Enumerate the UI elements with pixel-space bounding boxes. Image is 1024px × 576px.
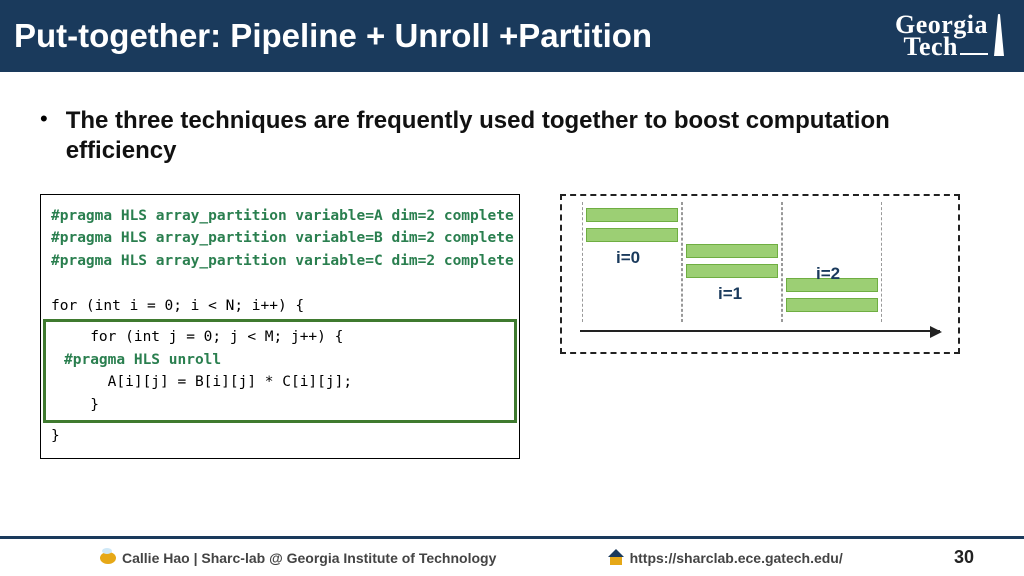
code-line: for (int j = 0; j < M; j++) { [64, 329, 343, 345]
content-row: #pragma HLS array_partition variable=A d… [40, 194, 984, 459]
slide-title: Put-together: Pipeline + Unroll +Partiti… [14, 17, 652, 55]
logo-underline [960, 53, 988, 55]
footer-author: Callie Hao | Sharc-lab @ Georgia Institu… [122, 550, 496, 566]
header-bar: Put-together: Pipeline + Unroll +Partiti… [0, 0, 1024, 72]
pragma-unroll: #pragma HLS unroll [64, 352, 221, 368]
footer-bar: Callie Hao | Sharc-lab @ Georgia Institu… [0, 536, 1024, 576]
code-line: A[i][j] = B[i][j] * C[i][j]; [64, 374, 352, 390]
iter-label-0: i=0 [616, 248, 640, 268]
footer-mid: https://sharclab.ece.gatech.edu/ [608, 550, 843, 566]
time-arrow-icon [580, 330, 940, 332]
iter-label-2: i=2 [816, 264, 840, 284]
footer-url: https://sharclab.ece.gatech.edu/ [630, 550, 843, 566]
bee-icon [100, 552, 116, 564]
slide: Put-together: Pipeline + Unroll +Partiti… [0, 0, 1024, 576]
pragma-line: #pragma HLS array_partition variable=A d… [51, 208, 514, 224]
page-number: 30 [954, 547, 984, 568]
pipeline-bar [686, 244, 778, 258]
code-line: } [51, 428, 60, 444]
pipeline-bar [586, 208, 678, 222]
unroll-highlight-box: for (int j = 0; j < M; j++) { #pragma HL… [43, 319, 517, 423]
gt-logo-text: Georgia Tech [895, 14, 988, 58]
gt-logo: Georgia Tech [895, 14, 1004, 58]
pipeline-bar [686, 264, 778, 278]
slide-body: • The three techniques are frequently us… [0, 72, 1024, 576]
home-icon [608, 551, 624, 565]
bullet-dot: • [40, 106, 48, 132]
code-line: for (int i = 0; i < N; i++) { [51, 298, 304, 314]
code-line: } [64, 397, 99, 413]
iter-label-1: i=1 [718, 284, 742, 304]
logo-line2-wrap: Tech [904, 36, 989, 58]
bullet-row: • The three techniques are frequently us… [40, 106, 984, 166]
pipeline-diagram: i=0 i=1 i=2 [560, 194, 960, 354]
pragma-line: #pragma HLS array_partition variable=B d… [51, 230, 514, 246]
pragma-line: #pragma HLS array_partition variable=C d… [51, 253, 514, 269]
tower-icon [994, 14, 1004, 56]
code-box: #pragma HLS array_partition variable=A d… [40, 194, 520, 459]
pipeline-bar [586, 228, 678, 242]
diagram-col [682, 202, 782, 322]
bullet-text: The three techniques are frequently used… [66, 106, 984, 166]
pipeline-bar [786, 298, 878, 312]
footer-left: Callie Hao | Sharc-lab @ Georgia Institu… [100, 550, 496, 566]
logo-line2: Tech [904, 36, 959, 58]
